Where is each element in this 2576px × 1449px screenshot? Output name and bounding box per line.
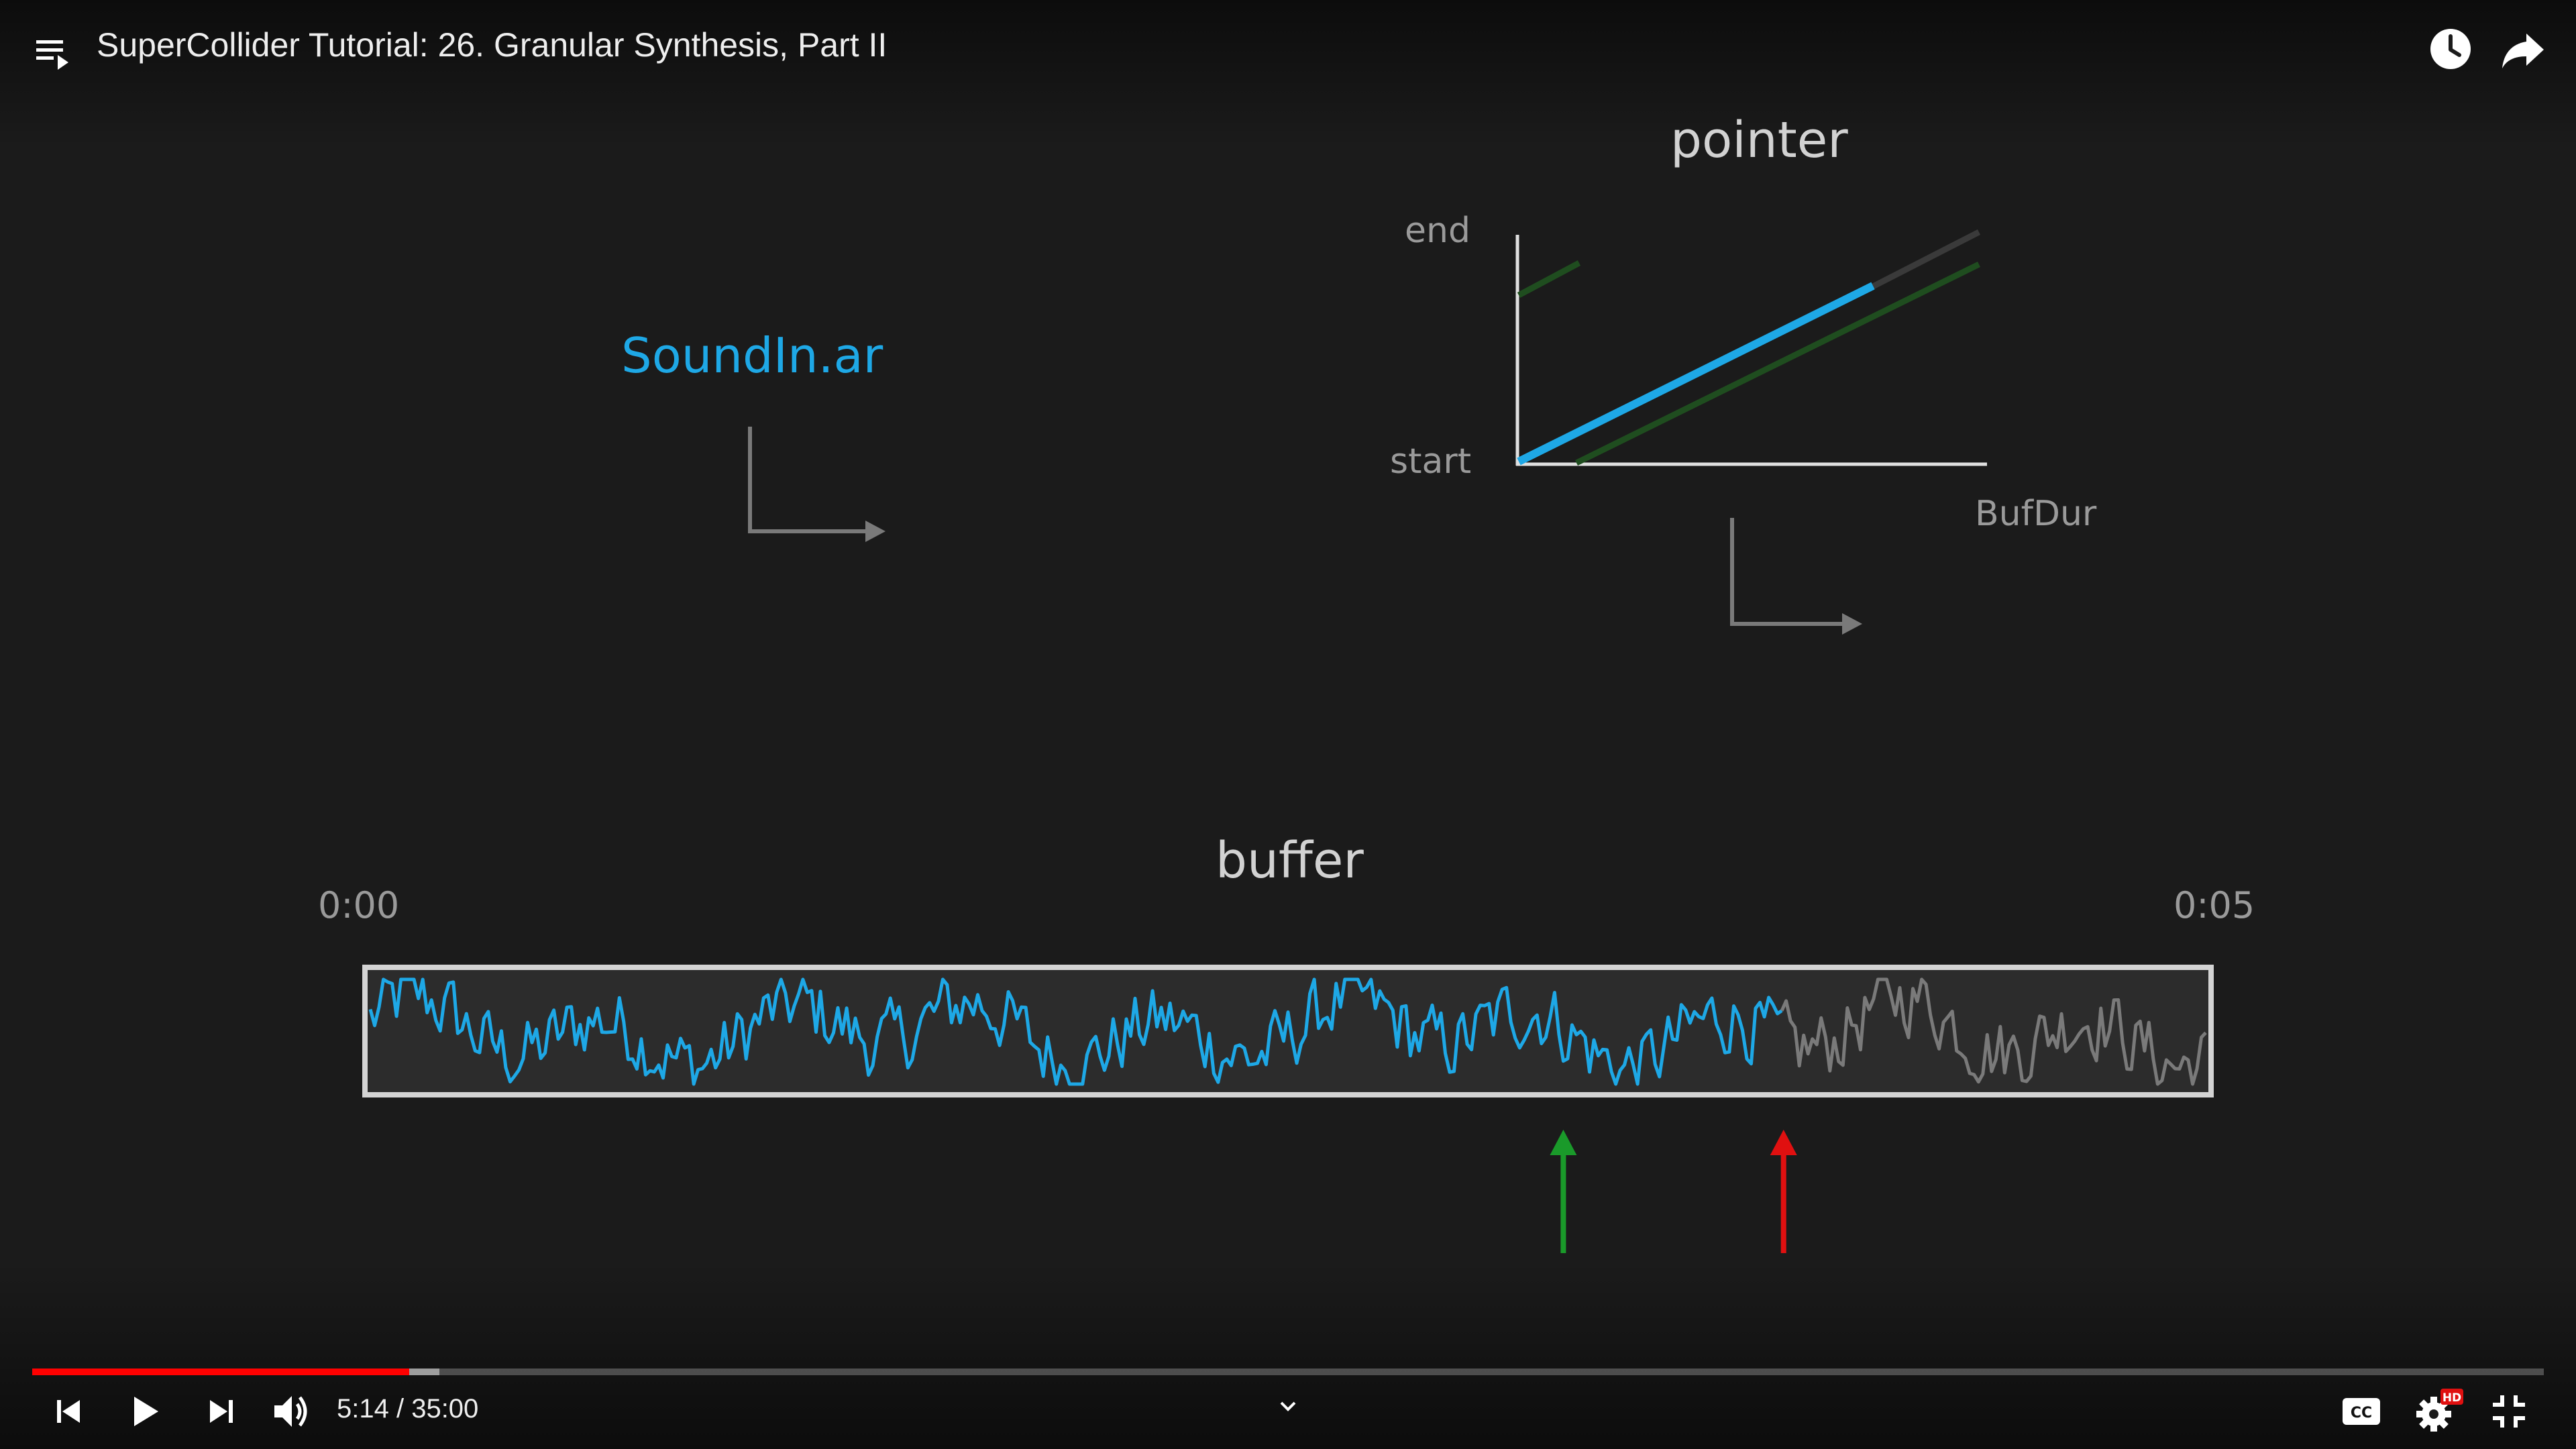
- time-current: 5:14: [337, 1394, 389, 1424]
- progress-bar[interactable]: [32, 1368, 2544, 1375]
- next-button[interactable]: [195, 1385, 248, 1438]
- graph-pointer-line: [1517, 282, 1875, 466]
- chevron-down-button[interactable]: [1261, 1379, 1315, 1433]
- settings-icon: HD: [2416, 1389, 2463, 1432]
- pointer-arrow-icon: [1730, 518, 1862, 635]
- play-icon: [134, 1397, 158, 1426]
- pointer-graph: [1515, 229, 1987, 466]
- captions-icon: CC: [2343, 1398, 2380, 1425]
- graph-green-line-top: [1517, 260, 1581, 298]
- graph-grey-line: [1870, 229, 1981, 290]
- progress-played: [32, 1368, 409, 1375]
- exit-fullscreen-button[interactable]: [2482, 1385, 2536, 1438]
- graph-green-line: [1575, 261, 1980, 466]
- video-player[interactable]: SuperCollider Tutorial: 26. Granular Syn…: [0, 0, 2576, 1449]
- chevron-down-icon: [1280, 1401, 1296, 1411]
- time-duration: 35:00: [411, 1394, 479, 1424]
- next-icon: [210, 1400, 233, 1423]
- settings-button[interactable]: HD: [2411, 1385, 2465, 1438]
- volume-button[interactable]: [264, 1385, 318, 1438]
- soundin-arrow-icon: [748, 427, 885, 542]
- hd-badge-label: HD: [2443, 1391, 2461, 1405]
- volume-icon: [274, 1396, 307, 1427]
- captions-label: CC: [2351, 1405, 2372, 1421]
- previous-button[interactable]: [42, 1385, 95, 1438]
- time-display: 5:14 / 35:00: [337, 1394, 478, 1424]
- previous-icon: [57, 1400, 80, 1423]
- time-separator: /: [388, 1394, 412, 1424]
- green-arrow-icon: [1550, 1130, 1577, 1253]
- red-arrow-icon: [1770, 1130, 1797, 1253]
- exit-fullscreen-icon: [2493, 1395, 2525, 1428]
- play-button[interactable]: [118, 1385, 172, 1438]
- slide-diagram: [362, 229, 2214, 1253]
- captions-button[interactable]: CC: [2334, 1385, 2388, 1438]
